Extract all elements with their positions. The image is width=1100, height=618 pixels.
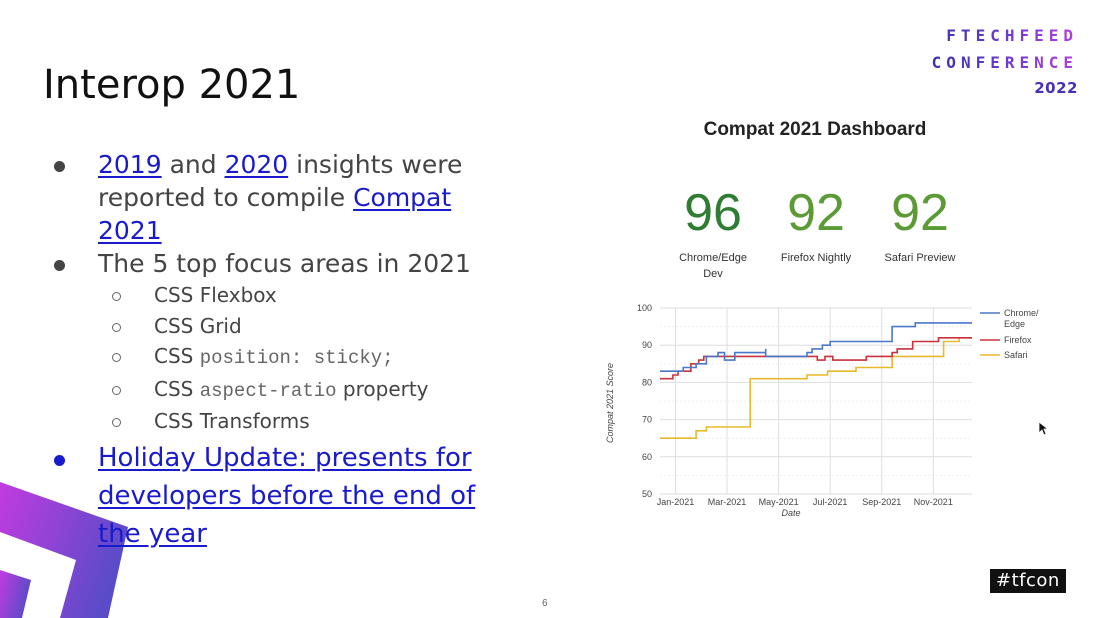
hashtag-badge: #tfcon (990, 569, 1066, 593)
compat-score-chart: 50 60 70 80 90 100 Jan-2021 Mar-2021 May-2021 Jul… (605, 303, 1039, 518)
y-tick-label: 80 (642, 377, 652, 387)
legend-label: Chrome/ (1004, 308, 1039, 318)
y-tick-label: 60 (642, 452, 652, 462)
legend-label: Firefox (1004, 335, 1032, 345)
x-tick-label: Jul-2021 (813, 497, 848, 507)
y-tick-label: 50 (642, 489, 652, 499)
x-tick-label: May-2021 (759, 497, 799, 507)
mouse-cursor-icon (1038, 421, 1050, 436)
legend-label: Safari (1004, 350, 1028, 360)
x-tick-label: Sep-2021 (862, 497, 901, 507)
y-tick-label: 90 (642, 340, 652, 350)
x-tick-label: Jan-2021 (657, 497, 695, 507)
legend-label-line2: Edge (1004, 319, 1025, 329)
y-tick-label: 70 (642, 415, 652, 425)
y-tick-label: 100 (637, 303, 652, 313)
x-tick-label: Nov-2021 (914, 497, 953, 507)
page-number: 6 (542, 598, 548, 609)
x-tick-label: Mar-2021 (708, 497, 747, 507)
x-axis-title: Date (781, 508, 800, 518)
y-axis-title: Compat 2021 Score (605, 363, 615, 443)
series-line-safari (660, 336, 972, 440)
